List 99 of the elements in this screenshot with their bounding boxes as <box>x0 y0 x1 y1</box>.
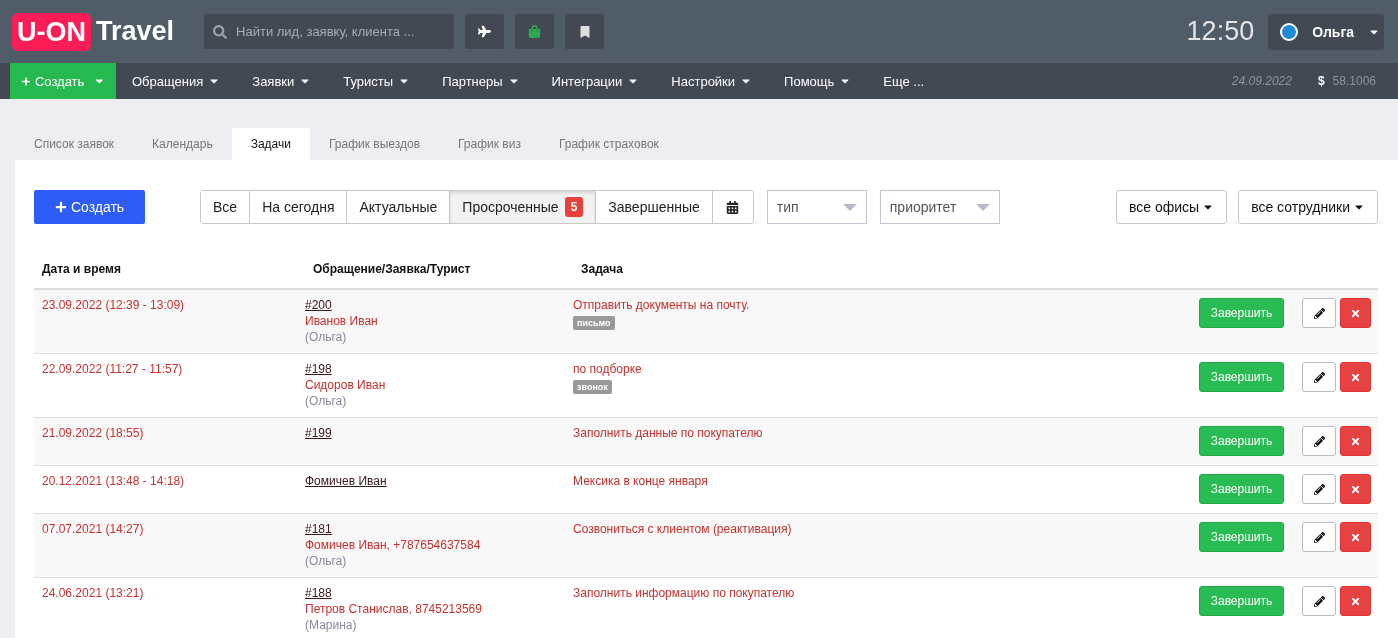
search-input[interactable]: Найти лид, заявку, клиента ... <box>234 23 446 40</box>
date-cell-text: 21.09.2022 (18:55) <box>42 426 145 442</box>
close-icon <box>1350 531 1361 543</box>
delete-button[interactable] <box>1340 474 1371 504</box>
tab[interactable]: График страховок <box>539 128 678 160</box>
task-text: Мексика в конце января <box>573 474 708 488</box>
close-icon <box>1350 595 1361 607</box>
pencil-icon <box>1313 435 1325 447</box>
search-field[interactable]: Найти лид, заявку, клиента ... <box>204 14 455 49</box>
tab[interactable]: Задачи <box>231 128 310 160</box>
record-link[interactable]: #198 <box>305 362 332 376</box>
plus-icon <box>54 201 67 213</box>
nav-menu-item[interactable]: Туристы <box>327 63 427 99</box>
currency-sign: $ <box>1317 74 1325 88</box>
delete-button[interactable] <box>1340 586 1371 616</box>
task-type-tag: звонок <box>573 380 612 394</box>
tab[interactable]: Список заявок <box>15 128 134 160</box>
close-icon <box>1350 435 1361 447</box>
record-link[interactable]: Фомичев Иван <box>305 474 387 488</box>
client-name: Фомичев Иван, +787654637584 <box>305 538 481 552</box>
edit-button[interactable] <box>1302 362 1336 392</box>
bag-button[interactable] <box>515 14 555 49</box>
tab[interactable]: График выездов <box>310 128 439 160</box>
task-text: по подборке <box>573 362 642 376</box>
type-select[interactable]: тип <box>766 190 867 224</box>
nav-menu-item[interactable]: Помощь <box>768 63 868 99</box>
pencil-icon <box>1313 531 1325 543</box>
manager-name: (Ольга) <box>305 554 347 568</box>
delete-button[interactable] <box>1340 426 1371 456</box>
calendar-icon <box>726 200 740 214</box>
plane-icon <box>478 25 492 38</box>
column-header: Дата и время <box>42 262 122 278</box>
task-text: Заполнить данные по покупателю <box>573 426 763 440</box>
current-date: 24.09.2022 <box>1231 74 1292 88</box>
search-icon <box>213 24 228 39</box>
nav-menu-item[interactable]: Настройки <box>655 63 769 99</box>
task-text: Созвониться с клиентом (реактивация) <box>573 522 792 536</box>
date-cell-text: 20.12.2021 (13:48 - 14:18) <box>42 474 186 490</box>
date-cell-text: 22.09.2022 (11:27 - 11:57) <box>42 362 184 378</box>
delete-button[interactable] <box>1340 298 1371 328</box>
column-header: Задача <box>581 262 624 278</box>
caret-icon <box>842 203 857 211</box>
client-name: Иванов Иван <box>305 314 378 328</box>
pencil-icon <box>1313 371 1325 383</box>
plus-icon <box>22 75 30 87</box>
close-icon <box>1350 371 1361 383</box>
edit-button[interactable] <box>1302 474 1336 504</box>
caret-icon <box>975 203 990 211</box>
manager-name: (Ольга) <box>305 394 347 408</box>
edit-button[interactable] <box>1302 298 1336 328</box>
close-icon <box>1350 483 1361 495</box>
close-icon <box>1350 307 1361 319</box>
date-cell-text: 24.06.2021 (13:21) <box>42 586 145 602</box>
logo-badge: U-ON <box>12 12 91 51</box>
tab[interactable]: График виз <box>439 128 540 160</box>
edit-button[interactable] <box>1302 426 1336 456</box>
manager-name: (Марина) <box>305 618 357 632</box>
edit-button[interactable] <box>1302 586 1336 616</box>
record-link[interactable]: #199 <box>305 426 332 440</box>
filter-button[interactable]: Все <box>201 191 251 223</box>
count-badge: 5 <box>564 197 584 217</box>
client-name: Петров Станислав, 8745213569 <box>305 602 482 616</box>
pencil-icon <box>1313 483 1325 495</box>
bag-icon <box>528 25 542 38</box>
column-header: Обращение/Заявка/Турист <box>313 262 472 278</box>
tab[interactable]: Календарь <box>133 128 232 160</box>
pencil-icon <box>1313 307 1325 319</box>
manager-name: (Ольга) <box>305 330 347 344</box>
delete-button[interactable] <box>1340 362 1371 392</box>
priority-select[interactable]: приоритет <box>879 190 1000 224</box>
user-menu-button[interactable]: Ольга <box>1268 13 1384 50</box>
client-name: Сидоров Иван <box>305 378 386 392</box>
nav-menu-item[interactable]: Интеграции <box>535 63 656 99</box>
task-text: Заполнить информацию по покупателю <box>573 586 795 600</box>
delete-button[interactable] <box>1340 522 1371 552</box>
task-type-tag: письмо <box>573 316 615 330</box>
record-link[interactable]: #200 <box>305 298 332 312</box>
date-cell-text: 07.07.2021 (14:27) <box>42 522 145 538</box>
task-text: Отправить документы на почту. <box>573 298 750 312</box>
logo-text: Travel <box>96 16 175 47</box>
offices-dropdown[interactable]: все офисы <box>1116 190 1228 224</box>
create-button[interactable]: Создать <box>34 190 145 224</box>
nav-menu-item[interactable]: Партнеры <box>426 63 536 99</box>
pencil-icon <box>1313 595 1325 607</box>
bookmark-button[interactable] <box>565 14 605 49</box>
nav-menu-item[interactable]: Обращения <box>116 63 237 99</box>
bookmark-icon <box>578 25 591 38</box>
nav-menu-item[interactable]: Заявки <box>236 63 328 99</box>
record-link[interactable]: #188 <box>305 586 332 600</box>
edit-button[interactable] <box>1302 522 1336 552</box>
date-cell-text: 23.09.2022 (12:39 - 13:09) <box>42 298 186 314</box>
exchange-rate: 58.1006 <box>1332 74 1376 88</box>
clock-time: 12:50 <box>1186 16 1255 47</box>
nav-more-item[interactable]: Еще ... <box>867 63 941 99</box>
record-link[interactable]: #181 <box>305 522 332 536</box>
plane-button[interactable] <box>465 14 505 49</box>
filter-button[interactable]: Просроченные 5 <box>450 191 597 223</box>
employees-dropdown[interactable]: все сотрудники <box>1238 190 1378 224</box>
help-icon[interactable] <box>1280 22 1299 41</box>
